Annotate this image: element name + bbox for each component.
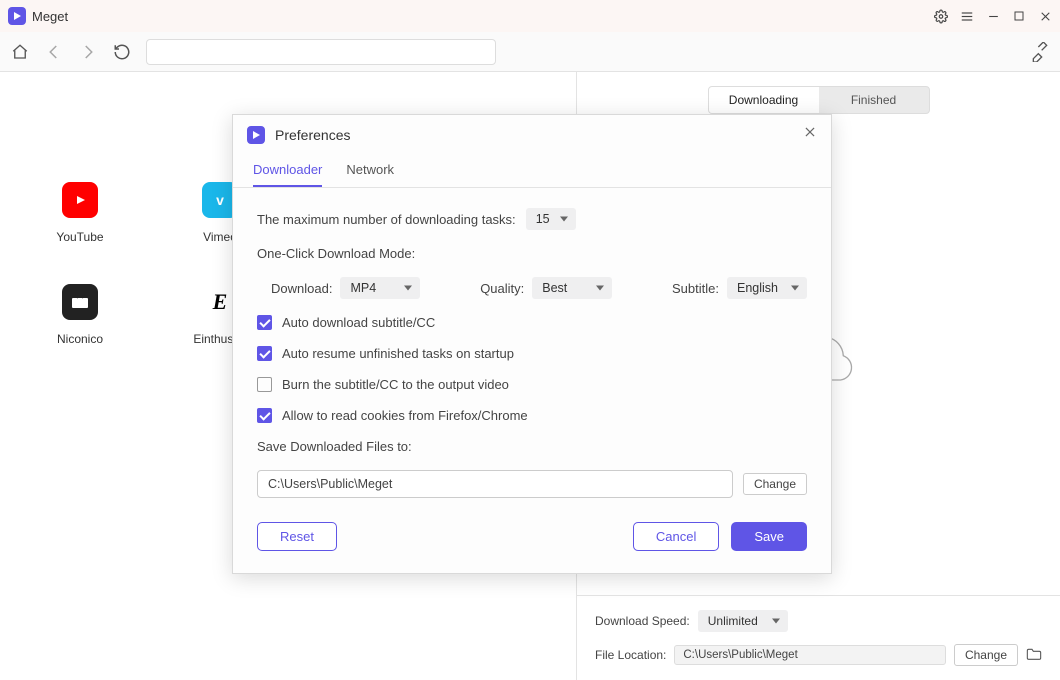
dialog-body: The maximum number of downloading tasks:… [233, 188, 831, 518]
forward-icon[interactable] [78, 42, 98, 62]
close-icon[interactable] [803, 125, 817, 144]
save-button[interactable]: Save [731, 522, 807, 551]
save-path-row: C:\Users\Public\Meget Change [257, 470, 807, 498]
speed-label: Download Speed: [595, 614, 690, 628]
checkbox-icon [257, 346, 272, 361]
dialog-header: Preferences [233, 115, 831, 154]
checkbox-label: Auto download subtitle/CC [282, 315, 435, 330]
location-row: File Location: C:\Users\Public\Meget Cha… [595, 644, 1042, 666]
niconico-icon [62, 284, 98, 320]
checkbox-label: Allow to read cookies from Firefox/Chrom… [282, 408, 528, 423]
minimize-icon[interactable] [986, 9, 1000, 23]
app-logo-icon [247, 126, 265, 144]
bottom-bar: Download Speed: Unlimited File Location:… [577, 595, 1060, 680]
tab-downloader[interactable]: Downloader [253, 154, 322, 187]
app-logo-icon [8, 7, 26, 25]
max-tasks-label: The maximum number of downloading tasks: [257, 212, 516, 227]
checkbox-icon [257, 315, 272, 330]
tab-finished[interactable]: Finished [819, 87, 929, 113]
reset-button[interactable]: Reset [257, 522, 337, 551]
site-label: Niconico [57, 332, 103, 346]
location-label: File Location: [595, 648, 666, 662]
subtitle-label: Subtitle: [672, 281, 719, 296]
max-tasks-select[interactable]: 15 [526, 208, 576, 230]
quality-label: Quality: [480, 281, 524, 296]
dialog-tabs: Downloader Network [233, 154, 831, 188]
hamburger-icon[interactable] [960, 9, 974, 23]
checkbox-icon [257, 408, 272, 423]
location-value: C:\Users\Public\Meget [674, 645, 946, 665]
youtube-icon [62, 182, 98, 218]
title-bar: Meget [0, 0, 1060, 32]
checkbox-burn-subtitle[interactable]: Burn the subtitle/CC to the output video [257, 377, 807, 392]
site-label: YouTube [56, 230, 103, 244]
preferences-dialog: Preferences Downloader Network The maxim… [232, 114, 832, 574]
speed-row: Download Speed: Unlimited [595, 610, 1042, 632]
one-click-row: Download: MP4 Quality: Best Subtitle: En… [257, 277, 807, 299]
checkbox-auto-resume[interactable]: Auto resume unfinished tasks on startup [257, 346, 807, 361]
checkbox-label: Auto resume unfinished tasks on startup [282, 346, 514, 361]
close-window-icon[interactable] [1038, 9, 1052, 23]
segment-control: Downloading Finished [708, 86, 930, 114]
app-title: Meget [32, 9, 68, 24]
title-right [934, 9, 1052, 23]
home-icon[interactable] [10, 42, 30, 62]
site-niconico[interactable]: Niconico [40, 284, 120, 346]
save-path-input[interactable]: C:\Users\Public\Meget [257, 470, 733, 498]
download-label: Download: [271, 281, 332, 296]
one-click-label: One-Click Download Mode: [257, 246, 807, 261]
dialog-title: Preferences [275, 127, 350, 143]
refresh-icon[interactable] [112, 42, 132, 62]
back-icon[interactable] [44, 42, 64, 62]
folder-open-icon[interactable] [1026, 647, 1042, 664]
maximize-icon[interactable] [1012, 9, 1026, 23]
checkbox-auto-subtitle[interactable]: Auto download subtitle/CC [257, 315, 807, 330]
save-path-label: Save Downloaded Files to: [257, 439, 807, 454]
change-location-button[interactable]: Change [954, 644, 1018, 666]
change-path-button[interactable]: Change [743, 473, 807, 495]
speed-select[interactable]: Unlimited [698, 610, 788, 632]
checkbox-icon [257, 377, 272, 392]
gear-icon[interactable] [934, 9, 948, 23]
address-bar[interactable] [146, 39, 496, 65]
dialog-footer: Reset Cancel Save [233, 518, 831, 573]
checkbox-read-cookies[interactable]: Allow to read cookies from Firefox/Chrom… [257, 408, 807, 423]
site-youtube[interactable]: YouTube [40, 182, 120, 244]
tab-downloading[interactable]: Downloading [709, 87, 819, 113]
clear-icon[interactable] [1030, 42, 1050, 62]
download-format-select[interactable]: MP4 [340, 277, 420, 299]
checkbox-label: Burn the subtitle/CC to the output video [282, 377, 509, 392]
cancel-button[interactable]: Cancel [633, 522, 719, 551]
subtitle-select[interactable]: English [727, 277, 807, 299]
tab-network[interactable]: Network [346, 154, 394, 187]
title-left: Meget [8, 7, 68, 25]
browser-toolbar [0, 32, 1060, 72]
max-tasks-row: The maximum number of downloading tasks:… [257, 208, 807, 230]
quality-select[interactable]: Best [532, 277, 612, 299]
